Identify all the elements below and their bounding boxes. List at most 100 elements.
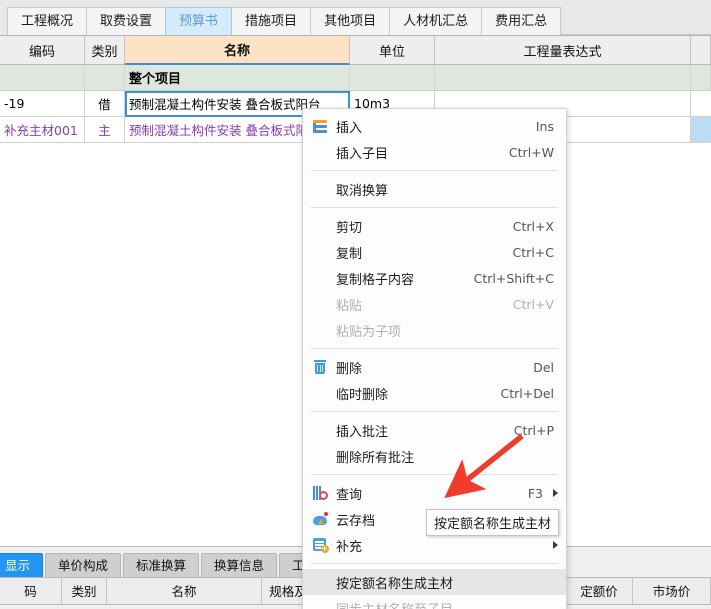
tab-5[interactable]: 人材机汇总: [389, 7, 483, 35]
find-icon: [309, 484, 331, 502]
menu-item-shortcut: Ctrl+Del: [500, 385, 554, 401]
menu-item-shortcut: Ctrl+P: [513, 422, 554, 438]
menu-item-1[interactable]: 插入子目 Ctrl+W: [303, 139, 566, 165]
menu-item-label: 查询: [336, 487, 363, 503]
tab-6[interactable]: 费用汇总: [481, 7, 562, 35]
col-header-type[interactable]: 类别: [85, 36, 125, 65]
menu-item-shortcut: Ins: [535, 118, 554, 134]
tab-label: 预算书: [179, 14, 219, 29]
menu-item-icon-slot: [309, 421, 331, 439]
tab-label: 费用汇总: [495, 14, 548, 29]
row-type[interactable]: 借: [85, 91, 125, 117]
row-type[interactable]: 主: [85, 117, 125, 143]
menu-item-icon-slot: [309, 295, 331, 313]
group-row-tail: [691, 65, 711, 91]
tab-label: 措施项目: [245, 14, 298, 29]
menu-item-shortcut: Del: [533, 359, 554, 375]
row-code[interactable]: -19: [0, 91, 85, 117]
group-row-code: [0, 65, 85, 91]
col-header-expression[interactable]: 工程量表达式: [435, 36, 691, 65]
application-window: 工程概况 取费设置 预算书 措施项目 其他项目 人材机汇总 费用汇总 编码 类别 名称 单位…: [0, 0, 711, 609]
chevron-right-icon: [553, 489, 558, 497]
menu-separator: [311, 474, 558, 475]
menu-item-label: 删除所有批注: [336, 450, 415, 466]
tab-2[interactable]: 预算书: [165, 7, 233, 35]
menu-item-label: 复制格子内容: [336, 272, 415, 288]
group-row-unit: [350, 65, 435, 91]
menu-item-icon-slot: [309, 384, 331, 402]
menu-item-icon-slot: [309, 243, 331, 261]
menu-separator: [311, 348, 558, 349]
menu-item-label: 插入子目: [336, 146, 389, 162]
menu-separator: [311, 563, 558, 564]
bottom-col-header-0[interactable]: 码: [0, 577, 62, 605]
group-row-name: 整个项目: [125, 65, 350, 91]
menu-item-6[interactable]: 复制 Ctrl+C: [303, 239, 566, 265]
bottom-tab-0[interactable]: 显示: [0, 553, 44, 577]
col-header-tail: [691, 36, 711, 65]
menu-item-8: 粘贴 Ctrl+V: [303, 291, 566, 317]
menu-item-shortcut: Ctrl+V: [512, 296, 554, 312]
bottom-col-header-2[interactable]: 名称: [107, 577, 262, 605]
menu-item-icon-slot: [309, 447, 331, 465]
menu-item-icon-slot: [309, 573, 331, 591]
menu-item-label: 取消换算: [336, 183, 389, 199]
supplement-icon: +: [309, 536, 331, 554]
menu-item-label: 删除: [336, 361, 363, 377]
tab-0[interactable]: 工程概况: [7, 7, 88, 35]
menu-item-label: 插入批注: [336, 424, 389, 440]
menu-item-label: 剪切: [336, 220, 363, 236]
menu-item-12[interactable]: 临时删除 Ctrl+Del: [303, 380, 566, 406]
bottom-tab-1[interactable]: 单价构成: [45, 553, 122, 577]
bottom-tab-label: 单价构成: [58, 558, 109, 573]
tab-3[interactable]: 措施项目: [231, 7, 312, 35]
menu-item-21[interactable]: 按定额名称生成主材: [303, 569, 566, 595]
menu-item-22: 同步主材名称至子目: [303, 595, 566, 609]
top-tab-bar: 工程概况 取费设置 预算书 措施项目 其他项目 人材机汇总 费用汇总: [0, 0, 711, 36]
menu-item-3[interactable]: 取消换算: [303, 176, 566, 202]
menu-item-15[interactable]: 删除所有批注: [303, 443, 566, 469]
menu-item-label: 粘贴为子项: [336, 324, 402, 340]
bottom-tab-label: 换算信息: [214, 558, 265, 573]
menu-item-7[interactable]: 复制格子内容 Ctrl+Shift+C: [303, 265, 566, 291]
row-code[interactable]: 补充主材001: [0, 117, 85, 143]
grid-group-row[interactable]: 整个项目: [0, 65, 711, 91]
menu-item-label: 按定额名称生成主材: [336, 576, 454, 592]
row-tail-highlight: [691, 117, 711, 143]
tab-1[interactable]: 取费设置: [86, 7, 167, 35]
tab-label: 取费设置: [100, 14, 153, 29]
menu-item-icon-slot: [309, 217, 331, 235]
menu-item-9: 粘贴为子项: [303, 317, 566, 343]
menu-separator: [311, 411, 558, 412]
bottom-tab-2[interactable]: 标准换算: [123, 553, 200, 577]
tab-4[interactable]: 其他项目: [310, 7, 391, 35]
menu-item-label: 同步主材名称至子目: [331, 599, 554, 609]
menu-item-5[interactable]: 剪切 Ctrl+X: [303, 213, 566, 239]
bottom-col-header-1[interactable]: 类别: [62, 577, 107, 605]
bottom-col-header-9[interactable]: 市场价: [633, 577, 711, 605]
menu-separator: [311, 170, 558, 171]
menu-separator: [311, 207, 558, 208]
menu-item-label: 临时删除: [336, 387, 389, 403]
menu-item-label: 补充: [336, 539, 363, 555]
col-header-unit[interactable]: 单位: [350, 36, 435, 65]
menu-item-label: 复制: [336, 246, 363, 262]
menu-item-11[interactable]: 删除 Del: [303, 354, 566, 380]
menu-item-14[interactable]: 插入批注 Ctrl+P: [303, 417, 566, 443]
col-header-name[interactable]: 名称: [125, 36, 350, 65]
tab-label: 工程概况: [21, 14, 74, 29]
bottom-tab-label: 标准换算: [136, 558, 187, 573]
menu-item-label: 粘贴: [336, 298, 363, 314]
menu-item-0[interactable]: 插入 Ins: [303, 113, 566, 139]
bottom-tab-3[interactable]: 换算信息: [201, 553, 278, 577]
menu-item-17[interactable]: 查询 F3: [303, 480, 566, 506]
bottom-col-header-8[interactable]: 定额价: [566, 577, 633, 605]
menu-item-label: 插入: [336, 120, 363, 136]
chevron-right-icon: [553, 541, 558, 549]
cloud-upload-icon: [309, 510, 331, 528]
menu-item-icon-slot: [309, 180, 331, 198]
menu-item-icon-slot: [309, 599, 331, 609]
menu-item-shortcut: Ctrl+W: [508, 144, 554, 160]
group-row-type: [85, 65, 125, 91]
col-header-code[interactable]: 编码: [0, 36, 85, 65]
